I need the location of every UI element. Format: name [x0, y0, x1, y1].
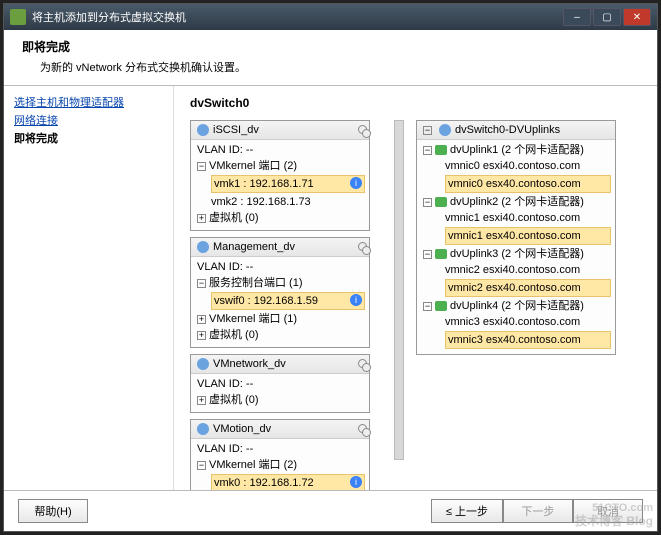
tree-toggle-icon[interactable]: − [197, 162, 206, 171]
nic-row[interactable]: vmnic3 esx40.contoso.com [445, 331, 611, 349]
portgroup-name: iSCSI_dv [213, 124, 259, 136]
tree-toggle-icon[interactable]: − [423, 198, 432, 207]
page-subtitle: 为新的 vNetwork 分布式交换机确认设置。 [40, 59, 639, 75]
main-content: dvSwitch0 iSCSI_dv VLAN ID: --−VMkernel … [174, 86, 657, 490]
section-row[interactable]: +VMkernel 端口 (1) [197, 311, 363, 327]
portgroup-name: VMnetwork_dv [213, 358, 286, 370]
section-row[interactable]: −VMkernel 端口 (2) [197, 158, 363, 174]
section-row[interactable]: −服务控制台端口 (1) [197, 275, 363, 291]
uplinks-header[interactable]: − dvSwitch0-DVUplinks [417, 121, 615, 140]
uplink-icon [435, 301, 447, 311]
uplinks-title: dvSwitch0-DVUplinks [455, 124, 560, 136]
vlan-label: VLAN ID: -- [197, 441, 363, 457]
step-select-hosts[interactable]: 选择主机和物理适配器 [14, 94, 163, 112]
adapter-row[interactable]: vswif0 : 192.168.1.59i [211, 292, 365, 310]
vlan-label: VLAN ID: -- [197, 376, 363, 392]
uplink-group[interactable]: −dvUplink4 (2 个网卡适配器) [423, 298, 609, 314]
close-button[interactable]: ✕ [623, 8, 651, 26]
portgroup-header[interactable]: VMotion_dv [191, 420, 369, 439]
window-title: 将主机添加到分布式虚拟交换机 [32, 9, 563, 25]
link-icon [358, 125, 370, 137]
wizard-footer: 帮助(H) ≤ 上一步 下一步 取消 [4, 490, 657, 531]
link-icon [358, 424, 370, 436]
tree-toggle-icon[interactable]: − [423, 146, 432, 155]
tree-toggle-icon[interactable]: − [423, 126, 432, 135]
portgroup-name: VMotion_dv [213, 423, 271, 435]
wizard-header: 即将完成 为新的 vNetwork 分布式交换机确认设置。 [4, 30, 657, 86]
topology-diagram: iSCSI_dv VLAN ID: --−VMkernel 端口 (2)vmk1… [190, 120, 649, 490]
wizard-window: 将主机添加到分布式虚拟交换机 – ▢ ✕ 即将完成 为新的 vNetwork 分… [3, 3, 658, 532]
link-icon [358, 242, 370, 254]
uplink-icon [435, 197, 447, 207]
info-icon[interactable]: i [350, 476, 362, 488]
minimize-button[interactable]: – [563, 8, 591, 26]
uplink-group[interactable]: −dvUplink2 (2 个网卡适配器) [423, 194, 609, 210]
page-title: 即将完成 [22, 38, 639, 55]
tree-toggle-icon[interactable]: + [197, 331, 206, 340]
adapter-row[interactable]: vmk0 : 192.168.1.72i [211, 474, 365, 490]
portgroup-header[interactable]: iSCSI_dv [191, 121, 369, 140]
nic-row[interactable]: vmnic1 esx40.contoso.com [445, 227, 611, 245]
switch-name: dvSwitch0 [190, 96, 649, 110]
portgroup-header[interactable]: Management_dv [191, 238, 369, 257]
link-icon [358, 359, 370, 371]
portgroup-box: Management_dv VLAN ID: --−服务控制台端口 (1)vsw… [190, 237, 370, 348]
wizard-steps: 选择主机和物理适配器 网络连接 即将完成 [4, 86, 174, 490]
nic-row[interactable]: vmnic1 esxi40.contoso.com [445, 210, 609, 226]
uplink-icon [435, 249, 447, 259]
info-icon[interactable]: i [350, 177, 362, 189]
cancel-button[interactable]: 取消 [573, 499, 643, 523]
uplink-icon [435, 145, 447, 155]
portgroup-box: VMotion_dv VLAN ID: --−VMkernel 端口 (2)vm… [190, 419, 370, 490]
tree-toggle-icon[interactable]: + [197, 315, 206, 324]
uplink-box-icon [439, 124, 451, 136]
next-button[interactable]: 下一步 [503, 499, 573, 523]
adapter-row[interactable]: vmk2 : 192.168.1.73 [211, 194, 363, 210]
uplink-group[interactable]: −dvUplink3 (2 个网卡适配器) [423, 246, 609, 262]
portgroup-icon [197, 423, 209, 435]
uplink-group[interactable]: −dvUplink1 (2 个网卡适配器) [423, 142, 609, 158]
tree-toggle-icon[interactable]: − [423, 250, 432, 259]
portgroup-icon [197, 358, 209, 370]
tree-toggle-icon[interactable]: − [423, 302, 432, 311]
app-icon [10, 9, 26, 25]
tree-toggle-icon[interactable]: − [197, 461, 206, 470]
portgroup-box: iSCSI_dv VLAN ID: --−VMkernel 端口 (2)vmk1… [190, 120, 370, 231]
nic-row[interactable]: vmnic2 esx40.contoso.com [445, 279, 611, 297]
step-current: 即将完成 [14, 130, 163, 148]
back-button[interactable]: ≤ 上一步 [431, 499, 503, 523]
section-row[interactable]: +虚拟机 (0) [197, 327, 363, 343]
portgroup-icon [197, 241, 209, 253]
portgroup-icon [197, 124, 209, 136]
vlan-label: VLAN ID: -- [197, 259, 363, 275]
tree-toggle-icon[interactable]: + [197, 396, 206, 405]
tree-toggle-icon[interactable]: − [197, 279, 206, 288]
portgroup-name: Management_dv [213, 241, 295, 253]
maximize-button[interactable]: ▢ [593, 8, 621, 26]
info-icon[interactable]: i [350, 294, 362, 306]
step-network-connection[interactable]: 网络连接 [14, 112, 163, 130]
nic-row[interactable]: vmnic0 esx40.contoso.com [445, 175, 611, 193]
adapter-row[interactable]: vmk1 : 192.168.1.71i [211, 175, 365, 193]
section-row[interactable]: −VMkernel 端口 (2) [197, 457, 363, 473]
tree-toggle-icon[interactable]: + [197, 214, 206, 223]
uplinks-box: − dvSwitch0-DVUplinks −dvUplink1 (2 个网卡适… [416, 120, 616, 355]
nic-row[interactable]: vmnic0 esxi40.contoso.com [445, 158, 609, 174]
portgroup-box: VMnetwork_dv VLAN ID: --+虚拟机 (0) [190, 354, 370, 413]
nic-row[interactable]: vmnic3 esxi40.contoso.com [445, 314, 609, 330]
nic-row[interactable]: vmnic2 esxi40.contoso.com [445, 262, 609, 278]
titlebar: 将主机添加到分布式虚拟交换机 – ▢ ✕ [4, 4, 657, 30]
help-button[interactable]: 帮助(H) [18, 499, 88, 523]
vlan-label: VLAN ID: -- [197, 142, 363, 158]
section-row[interactable]: +虚拟机 (0) [197, 392, 363, 408]
section-row[interactable]: +虚拟机 (0) [197, 210, 363, 226]
portgroup-header[interactable]: VMnetwork_dv [191, 355, 369, 374]
